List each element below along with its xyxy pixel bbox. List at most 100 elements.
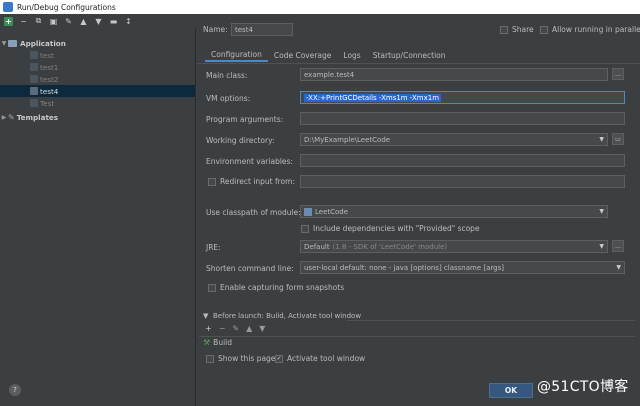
classpath-value: LeetCode [315, 207, 349, 216]
working-dir-label: Working directory: [206, 136, 275, 145]
add-icon[interactable]: + [205, 324, 212, 333]
tab-configuration[interactable]: Configuration [205, 48, 268, 62]
expand-arrow-icon[interactable]: ▼ [0, 40, 8, 47]
class-icon [30, 51, 38, 59]
collapse-arrow-icon[interactable]: ▶ [0, 114, 8, 121]
parallel-checkbox[interactable] [540, 26, 548, 34]
tree-item-label: Test [40, 98, 55, 108]
browse-main-class-button[interactable]: … [612, 68, 624, 80]
name-label: Name: [203, 25, 228, 34]
tree-item-label: test1 [40, 62, 59, 72]
activate-checkbox[interactable]: ✓ [275, 355, 283, 363]
before-launch-toolbar: + − ✎ ▲ ▼ [205, 324, 265, 333]
tab-code-coverage[interactable]: Code Coverage [268, 48, 338, 62]
save-icon[interactable]: ▣ [49, 17, 58, 26]
main-class-label: Main class: [206, 71, 248, 80]
program-args-label: Program arguments: [206, 115, 284, 124]
vm-options-field[interactable]: -XX:+PrintGCDetails -Xms1m -Xmx1m [300, 91, 625, 104]
ok-button[interactable]: OK [489, 383, 533, 398]
edit-icon[interactable]: ✎ [232, 324, 239, 333]
tree-templates-label: Templates [16, 112, 59, 122]
application-icon [8, 39, 17, 47]
window-title: Run/Debug Configurations [17, 2, 116, 12]
env-vars-field[interactable] [300, 154, 625, 167]
share-checkbox[interactable] [500, 26, 508, 34]
before-launch-arrow-icon[interactable]: ▼ [203, 312, 208, 320]
jre-value-main: Default [304, 242, 330, 251]
tree-item-test2[interactable]: test2 [0, 73, 195, 85]
classpath-select[interactable]: LeetCode ▼ [300, 205, 608, 218]
shorten-label: Shorten command line: [206, 264, 294, 273]
jre-value-detail: (1.8 - SDK of 'LeetCode' module) [332, 242, 448, 251]
dropdown-arrow-icon[interactable]: ▼ [599, 243, 604, 250]
build-icon: ⚒ [203, 337, 211, 347]
show-page-checkbox[interactable] [206, 355, 214, 363]
build-item[interactable]: Build [213, 338, 232, 347]
program-args-field[interactable] [300, 112, 625, 125]
share-label: Share [512, 25, 534, 34]
shorten-value: user-local default: none - java [options… [304, 263, 504, 272]
dropdown-arrow-icon[interactable]: ▼ [599, 208, 604, 215]
copy-icon[interactable]: ⧉ [34, 16, 43, 26]
remove-icon[interactable]: − [19, 17, 28, 26]
tree-item-Test[interactable]: Test [0, 97, 195, 109]
redirect-label: Redirect input from: [220, 177, 295, 186]
move-up-icon[interactable]: ▲ [79, 17, 88, 26]
tree-item-test1[interactable]: test1 [0, 61, 195, 73]
vm-options-label: VM options: [206, 94, 251, 103]
remove-icon[interactable]: − [219, 324, 226, 333]
move-down-icon[interactable]: ▼ [94, 17, 103, 26]
show-page-label: Show this page [218, 354, 276, 363]
env-vars-label: Environment variables: [206, 157, 293, 166]
working-dir-field[interactable]: D:\MyExample\LeetCode ▼ [300, 133, 608, 146]
tree-item-label: test2 [40, 74, 59, 84]
redirect-field[interactable] [300, 175, 625, 188]
working-dir-value: D:\MyExample\LeetCode [304, 135, 391, 144]
dropdown-arrow-icon[interactable]: ▼ [599, 136, 604, 143]
window-titlebar: Run/Debug Configurations [0, 0, 640, 14]
tree-item-test[interactable]: test [0, 49, 195, 61]
tree-item-test4[interactable]: test4 [0, 85, 195, 97]
help-button[interactable]: ? [9, 384, 21, 396]
tabs-divider [197, 63, 640, 64]
move-down-icon[interactable]: ▼ [259, 324, 265, 333]
tab-startup-connection[interactable]: Startup/Connection [367, 48, 452, 62]
move-up-icon[interactable]: ▲ [246, 324, 252, 333]
folder-icon[interactable]: ▬ [109, 17, 118, 26]
class-icon [30, 87, 38, 95]
main-class-field[interactable]: example.test4 [300, 68, 608, 81]
tree-toolbar: + − ⧉ ▣ ✎ ▲ ▼ ▬ ↕ [0, 14, 196, 28]
dropdown-arrow-icon[interactable]: ▼ [616, 264, 621, 271]
jre-label: JRE: [206, 243, 221, 252]
browse-jre-button[interactable]: … [612, 240, 624, 252]
sort-icon[interactable]: ↕ [124, 17, 133, 26]
tab-logs[interactable]: Logs [337, 48, 366, 62]
before-launch-divider [347, 320, 635, 321]
tree-application[interactable]: ▼ Application [0, 37, 195, 49]
watermark: @51CTO博客 [537, 379, 629, 395]
snapshots-checkbox[interactable] [208, 284, 216, 292]
class-icon [30, 99, 38, 107]
config-tabs: Configuration Code Coverage Logs Startup… [205, 48, 452, 62]
shorten-select[interactable]: user-local default: none - java [options… [300, 261, 625, 274]
tree-item-label: test [40, 50, 54, 60]
tree-templates[interactable]: ▶ ✎ Templates [0, 111, 195, 123]
jre-select[interactable]: Default (1.8 - SDK of 'LeetCode' module)… [300, 240, 608, 253]
include-provided-checkbox[interactable] [301, 225, 309, 233]
tree-application-label: Application [20, 38, 66, 48]
vm-options-value: -XX:+PrintGCDetails -Xms1m -Xmx1m [304, 93, 442, 102]
wrench-icon: ✎ [8, 112, 15, 122]
config-detail-pane: Name: test4 Share Allow running in paral… [197, 14, 640, 406]
redirect-checkbox[interactable] [208, 178, 216, 186]
name-field[interactable]: test4 [231, 23, 293, 36]
add-icon[interactable]: + [4, 16, 13, 26]
browse-working-dir-button[interactable]: ▭ [612, 133, 624, 145]
include-provided-label: Include dependencies with "Provided" sco… [313, 224, 480, 233]
before-launch-header: Before launch: Build, Activate tool wind… [213, 312, 362, 320]
before-launch-list: ⚒ Build [199, 336, 635, 347]
parallel-label: Allow running in parallel [552, 25, 640, 34]
app-icon [3, 2, 13, 12]
wrench-icon[interactable]: ✎ [64, 17, 73, 26]
classpath-label: Use classpath of module: [206, 208, 301, 217]
tree-item-label: test4 [40, 86, 59, 96]
